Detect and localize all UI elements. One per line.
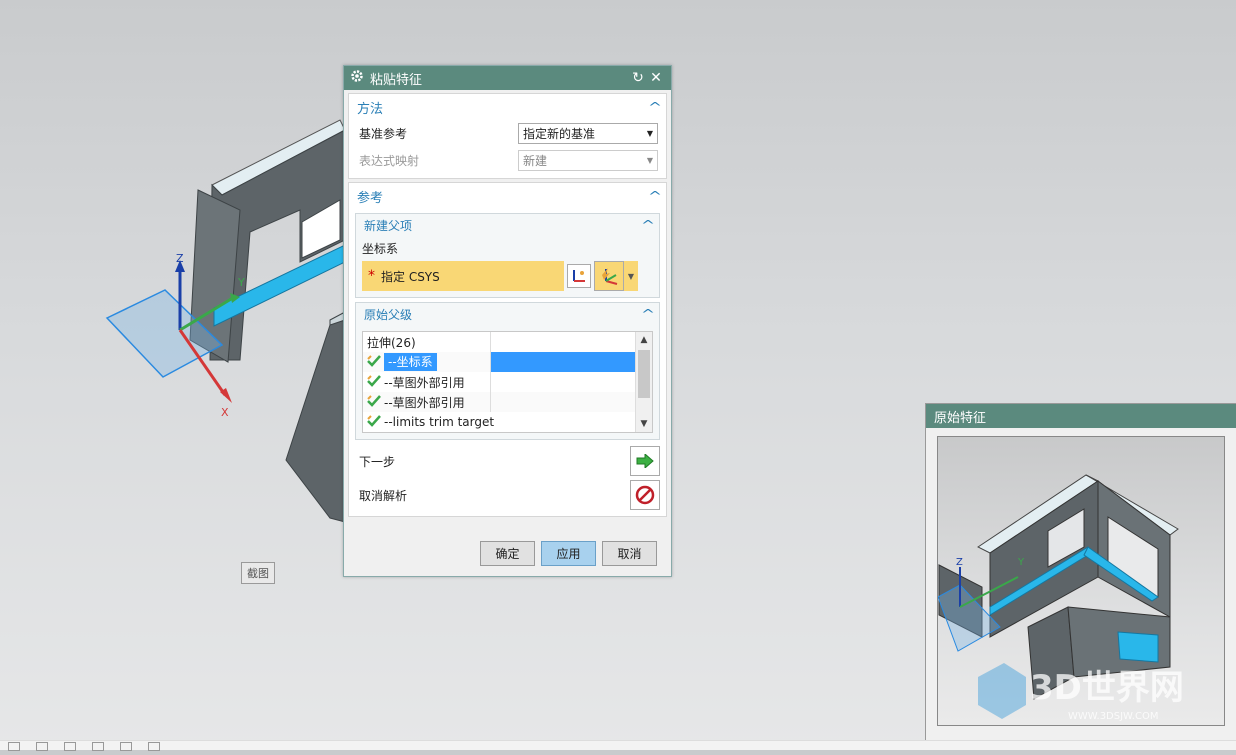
cancel-resolve-button[interactable]: [630, 480, 660, 510]
csys-options-dropdown[interactable]: ▼: [624, 261, 638, 291]
method-section-header[interactable]: 方法 ^: [349, 94, 666, 120]
list-scrollbar[interactable]: ▲ ▼: [635, 332, 652, 432]
expression-mapping-value: 新建: [523, 154, 548, 168]
part-lower-wall: [285, 319, 346, 523]
preview-model-image: Z Y 3D世界网 WWW.3DSJW.COM: [938, 474, 1184, 722]
list-item[interactable]: --limits trim target: [363, 412, 652, 432]
x-axis-label: X: [221, 406, 229, 419]
base-reference-value: 指定新的基准: [523, 127, 596, 141]
scroll-thumb[interactable]: [638, 350, 650, 398]
toolbar-icon[interactable]: [120, 742, 132, 751]
toolbar-icon[interactable]: [148, 742, 160, 751]
reference-section-header[interactable]: 参考 ^: [349, 183, 666, 209]
chevron-up-icon[interactable]: ^: [648, 189, 662, 203]
ok-button[interactable]: 确定: [480, 541, 535, 566]
expression-mapping-select: 新建 ▼: [518, 150, 658, 171]
original-parent-header[interactable]: 原始父级 ^: [356, 303, 659, 325]
reference-header-label: 参考: [357, 190, 384, 206]
list-item[interactable]: 拉伸(26): [363, 332, 652, 352]
watermark-url: WWW.3DSJW.COM: [1068, 711, 1158, 722]
check-icon: [367, 414, 381, 430]
new-parent-header[interactable]: 新建父项 ^: [356, 214, 659, 236]
required-asterisk-icon: *: [368, 268, 375, 284]
csys-axes-icon: [602, 268, 618, 285]
reference-section: 参考 ^ 新建父项 ^ 坐标系 * 指定 CSYS ▼ 原始父级 ^ 拉伸(26…: [348, 182, 667, 517]
new-parent-subsection: 新建父项 ^ 坐标系 * 指定 CSYS ▼: [355, 213, 660, 298]
original-feature-preview-panel: 原始特征 Z Y 3D世界网 WWW.3DSJW.COM: [925, 403, 1236, 742]
dialog-title-bar[interactable]: 粘贴特征 ↻ ✕: [344, 66, 671, 90]
toolbar-icon[interactable]: [36, 742, 48, 751]
list-item-label: --limits trim target: [384, 415, 495, 429]
scroll-up-icon[interactable]: ▲: [636, 332, 652, 348]
new-parent-header-label: 新建父项: [364, 218, 413, 233]
original-parent-subsection: 原始父级 ^ 拉伸(26) --坐标系 --草图外部引用 --草图外部引用 --…: [355, 302, 660, 440]
dropdown-arrow-icon: ▼: [646, 156, 653, 165]
list-item-label: --坐标系: [384, 353, 437, 371]
list-item[interactable]: --坐标系: [363, 352, 652, 372]
original-parent-list[interactable]: 拉伸(26) --坐标系 --草图外部引用 --草图外部引用 --limits …: [362, 331, 653, 433]
close-icon[interactable]: ✕: [647, 70, 665, 86]
next-step-row: 下一步: [349, 444, 666, 478]
inferred-csys-button[interactable]: [594, 261, 624, 291]
gear-icon[interactable]: [350, 69, 364, 87]
csys-dialog-button[interactable]: [567, 264, 591, 288]
next-step-button[interactable]: [630, 446, 660, 476]
toolbar-icon[interactable]: [64, 742, 76, 751]
dialog-footer: 确定 应用 取消: [480, 541, 657, 566]
csys-selector-row: * 指定 CSYS ▼: [356, 259, 659, 297]
watermark-logo-icon: [978, 663, 1026, 719]
y-axis-label: Y: [237, 276, 245, 289]
expression-mapping-label: 表达式映射: [359, 154, 420, 168]
scroll-down-icon[interactable]: ▼: [636, 416, 652, 432]
chevron-up-icon[interactable]: ^: [641, 307, 655, 321]
reset-icon[interactable]: ↻: [629, 70, 647, 86]
cancel-button[interactable]: 取消: [602, 541, 657, 566]
green-arrow-right-icon: [636, 454, 654, 468]
list-item-label: --草图外部引用: [384, 375, 465, 390]
specify-csys-field[interactable]: * 指定 CSYS: [362, 261, 564, 291]
check-icon: [367, 394, 381, 410]
apply-button[interactable]: 应用: [541, 541, 596, 566]
next-step-label: 下一步: [359, 454, 396, 469]
list-item[interactable]: --草图外部引用: [363, 372, 652, 392]
csys-label: 坐标系: [362, 242, 399, 256]
watermark-text: 3D世界网: [1030, 668, 1184, 708]
chevron-up-icon[interactable]: ^: [641, 218, 655, 232]
csys-dialog-icon: [573, 270, 585, 282]
method-section: 方法 ^ 基准参考 指定新的基准 ▼ 表达式映射 新建 ▼: [348, 93, 667, 179]
list-item-label: 拉伸(26): [367, 335, 416, 350]
check-icon: [367, 354, 381, 370]
chevron-up-icon[interactable]: ^: [648, 100, 662, 114]
base-reference-label: 基准参考: [359, 127, 408, 141]
paste-feature-dialog: 粘贴特征 ↻ ✕ 方法 ^ 基准参考 指定新的基准 ▼ 表达式映射 新建 ▼ 参…: [343, 65, 672, 577]
method-header-label: 方法: [357, 101, 384, 117]
expression-mapping-row: 表达式映射 新建 ▼: [349, 147, 666, 174]
cancel-resolve-label: 取消解析: [359, 488, 408, 503]
dropdown-arrow-icon: ▼: [646, 129, 653, 138]
toolbar-icon[interactable]: [92, 742, 104, 751]
list-item[interactable]: --草图外部引用: [363, 392, 652, 412]
specify-csys-prompt: 指定 CSYS: [381, 269, 440, 284]
preview-y-axis-label: Y: [1017, 557, 1025, 568]
screenshot-crop-label[interactable]: 截图: [241, 562, 275, 584]
no-entry-icon: [635, 485, 655, 505]
toolbar-icon[interactable]: [8, 742, 20, 751]
preview-viewport[interactable]: Z Y 3D世界网 WWW.3DSJW.COM: [937, 436, 1225, 726]
preview-title[interactable]: 原始特征: [926, 404, 1236, 428]
preview-z-axis-label: Z: [956, 557, 963, 568]
check-icon: [367, 374, 381, 390]
z-axis-label: Z: [176, 252, 184, 265]
original-parent-header-label: 原始父级: [364, 307, 413, 322]
base-reference-row: 基准参考 指定新的基准 ▼: [349, 120, 666, 147]
base-reference-select[interactable]: 指定新的基准 ▼: [518, 123, 658, 144]
list-item-label: --草图外部引用: [384, 395, 465, 410]
dialog-title: 粘贴特征: [370, 72, 423, 88]
cancel-resolve-row: 取消解析: [349, 478, 666, 512]
